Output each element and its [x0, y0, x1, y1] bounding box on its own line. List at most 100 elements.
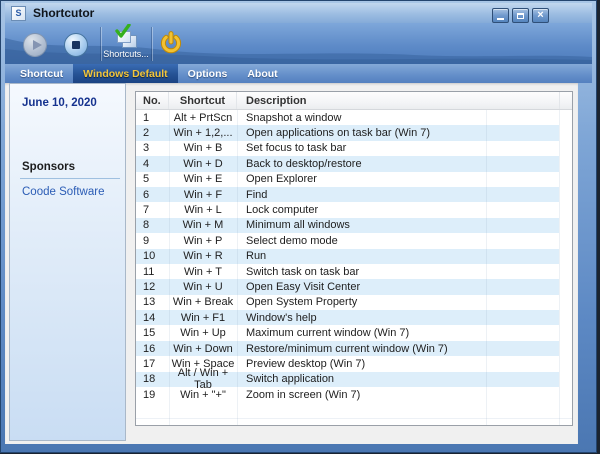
table-cell: Win + Break: [169, 296, 237, 308]
table-row[interactable]: 12Win + UOpen Easy Visit Center: [136, 279, 572, 294]
table-cell: Open System Property: [237, 296, 486, 308]
table-row[interactable]: 19Win + "+"Zoom in screen (Win 7): [136, 387, 572, 402]
table-cell: Minimum all windows: [237, 219, 486, 231]
sponsor-link[interactable]: Coode Software: [22, 186, 125, 198]
table-cell: Switch application: [237, 373, 486, 385]
shortcuts-check-window-icon: [114, 27, 138, 48]
table-row[interactable]: 7Win + LLock computer: [136, 202, 572, 217]
app-icon: S: [11, 6, 26, 21]
table-cell: 8: [136, 219, 169, 231]
table-cell: 12: [136, 281, 169, 293]
shortcuts-button[interactable]: Shortcuts...: [104, 25, 148, 62]
table-cell: Open Explorer: [237, 173, 486, 185]
play-button[interactable]: [23, 33, 47, 57]
toolbar-separator: [151, 27, 152, 61]
table-cell: 2: [136, 127, 169, 139]
table-cell: Run: [237, 250, 486, 262]
table-row[interactable]: 3Win + BSet focus to task bar: [136, 141, 572, 156]
table-cell: 9: [136, 235, 169, 247]
table-cell: 14: [136, 312, 169, 324]
table-cell: 15: [136, 327, 169, 339]
table-cell: Win + F1: [169, 312, 237, 324]
table-cell: Win + E: [169, 173, 237, 185]
table-cell: Back to desktop/restore: [237, 158, 486, 170]
table-cell: Window's help: [237, 312, 486, 324]
table-row[interactable]: 9Win + PSelect demo mode: [136, 233, 572, 248]
column-header-empty: [486, 92, 560, 109]
table-cell: Set focus to task bar: [237, 142, 486, 154]
table-empty-row: [136, 402, 572, 418]
table-row[interactable]: 14Win + F1Window's help: [136, 310, 572, 325]
shortcut-table: No. Shortcut Description 1Alt + PrtScnSn…: [135, 91, 573, 426]
table-cell: Win + Up: [169, 327, 237, 339]
table-cell: 13: [136, 296, 169, 308]
table-cell: Win + D: [169, 158, 237, 170]
close-button[interactable]: ×: [532, 8, 549, 23]
table-row[interactable]: 1Alt + PrtScnSnapshot a window: [136, 110, 572, 125]
minimize-button[interactable]: [492, 8, 509, 23]
sidebar-divider: [20, 178, 120, 179]
table-row[interactable]: 4Win + DBack to desktop/restore: [136, 156, 572, 171]
column-header-description[interactable]: Description: [237, 92, 486, 109]
table-cell: Open applications on task bar (Win 7): [237, 127, 486, 139]
table-header: No. Shortcut Description: [136, 92, 572, 110]
toolbar-separator: [100, 27, 101, 61]
table-cell: 17: [136, 358, 169, 370]
table-cell: Win + M: [169, 219, 237, 231]
column-header-shortcut[interactable]: Shortcut: [169, 92, 237, 109]
window-controls: ×: [492, 8, 549, 23]
table-cell: Win + R: [169, 250, 237, 262]
table-row[interactable]: 5Win + EOpen Explorer: [136, 172, 572, 187]
table-cell: 7: [136, 204, 169, 216]
shortcuts-button-label: Shortcuts...: [103, 49, 149, 59]
close-icon: ×: [537, 10, 543, 21]
table-cell: Win + F: [169, 189, 237, 201]
power-icon: [159, 31, 183, 55]
table-cell: Win + L: [169, 204, 237, 216]
table-cell: Win + T: [169, 266, 237, 278]
table-cell: Open Easy Visit Center: [237, 281, 486, 293]
table-cell: Zoom in screen (Win 7): [237, 389, 486, 401]
table-cell: Win + P: [169, 235, 237, 247]
table-cell: 19: [136, 389, 169, 401]
stop-button[interactable]: [64, 33, 88, 57]
table-row[interactable]: 6Win + FFind: [136, 187, 572, 202]
table-row[interactable]: 18Alt / Win + TabSwitch application: [136, 372, 572, 387]
sponsors-heading: Sponsors: [22, 161, 125, 173]
table-cell: 11: [136, 266, 169, 278]
tab-about[interactable]: About: [237, 64, 287, 83]
table-cell: Select demo mode: [237, 235, 486, 247]
table-row[interactable]: 10Win + RRun: [136, 249, 572, 264]
table-row[interactable]: 13Win + BreakOpen System Property: [136, 295, 572, 310]
app-window: S Shortcutor × Shortcuts...: [0, 0, 597, 453]
tab-windows-default[interactable]: Windows Default: [73, 64, 178, 83]
screenshot-stage: S Shortcutor × Shortcuts...: [0, 0, 600, 454]
window-title: Shortcutor: [33, 6, 94, 20]
table-row[interactable]: 2Win + 1,2,...Open applications on task …: [136, 125, 572, 140]
table-row[interactable]: 11Win + TSwitch task on task bar: [136, 264, 572, 279]
sidebar-date: June 10, 2020: [22, 97, 125, 109]
maximize-button[interactable]: [512, 8, 529, 23]
tab-shortcut[interactable]: Shortcut: [10, 64, 73, 83]
content-area: June 10, 2020 Sponsors Coode Software No…: [5, 83, 578, 444]
table-row[interactable]: 8Win + MMinimum all windows: [136, 218, 572, 233]
tab-options[interactable]: Options: [178, 64, 238, 83]
table-cell: 18: [136, 373, 169, 385]
table-cell: Snapshot a window: [237, 112, 486, 124]
stop-icon: [64, 33, 88, 57]
table-cell: Find: [237, 189, 486, 201]
table-cell: Win + "+": [169, 389, 237, 401]
table-row[interactable]: 16Win + DownRestore/minimum current wind…: [136, 341, 572, 356]
power-button[interactable]: [157, 30, 185, 56]
table-cell: Maximum current window (Win 7): [237, 327, 486, 339]
table-cell: 3: [136, 142, 169, 154]
table-cell: 4: [136, 158, 169, 170]
table-cell: 10: [136, 250, 169, 262]
toolbar: Shortcuts...: [5, 23, 592, 64]
table-cell: 16: [136, 343, 169, 355]
table-cell: 1: [136, 112, 169, 124]
column-header-no[interactable]: No.: [136, 92, 169, 109]
table-cell: Alt + PrtScn: [169, 112, 237, 124]
table-row[interactable]: 15Win + UpMaximum current window (Win 7): [136, 325, 572, 340]
tab-bar: Shortcut Windows Default Options About: [5, 64, 592, 83]
